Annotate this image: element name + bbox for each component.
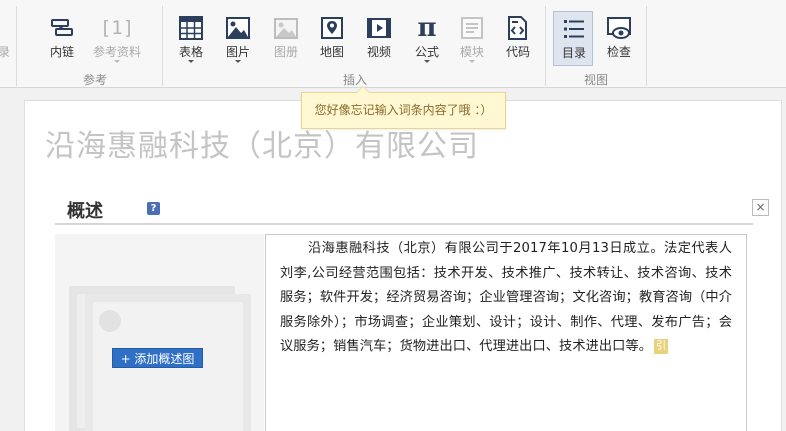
map-button[interactable]: 地图 xyxy=(310,10,354,68)
check-label: 检查 xyxy=(606,45,631,59)
formula-button[interactable]: π 公式 xyxy=(405,10,449,68)
chevron-down-icon xyxy=(424,60,430,63)
chevron-down-icon xyxy=(114,60,120,63)
video-button[interactable]: 视频 xyxy=(357,10,401,68)
partial-left-button[interactable]: 录 xyxy=(0,10,12,68)
group-label-insert: 插入 xyxy=(342,73,367,87)
editor-toolbar: 录 内链 [1] 参考资料 参考 表格 图片 图册 地图 视频 π 公式 模块 … xyxy=(0,0,786,88)
check-button[interactable]: 检查 xyxy=(597,10,641,68)
eye-icon xyxy=(607,16,631,40)
album-label: 图册 xyxy=(273,45,298,59)
module-icon xyxy=(460,16,484,40)
chevron-down-icon xyxy=(188,60,194,63)
module-button[interactable]: 模块 xyxy=(450,10,494,68)
pi-icon: π xyxy=(417,13,437,43)
code-button[interactable]: 代码 xyxy=(496,10,540,68)
code-icon xyxy=(506,16,530,40)
close-icon[interactable]: × xyxy=(752,199,769,216)
inner-link-button[interactable]: 内链 xyxy=(40,10,84,68)
inner-link-label: 内链 xyxy=(49,45,74,59)
picture-icon xyxy=(226,16,250,40)
section-title: 概述 xyxy=(67,201,103,222)
map-pin-icon xyxy=(320,16,344,40)
chevron-down-icon xyxy=(235,60,241,63)
summary-text-editor[interactable]: 沿海惠融科技（北京）有限公司于2017年10月13日成立。法定代表人刘李,公司经… xyxy=(265,234,747,431)
video-label: 视频 xyxy=(366,45,391,59)
table-label: 表格 xyxy=(178,45,203,59)
map-label: 地图 xyxy=(319,45,344,59)
summary-paragraph: 沿海惠融科技（北京）有限公司于2017年10月13日成立。法定代表人刘李,公司经… xyxy=(280,241,732,354)
link-icon xyxy=(50,16,74,40)
album-icon xyxy=(274,16,298,40)
album-button[interactable]: 图册 xyxy=(264,10,308,68)
picture-label: 图片 xyxy=(225,45,250,59)
ref-material-label: 参考资料 xyxy=(92,45,141,59)
citation-icon[interactable]: 引 xyxy=(654,339,669,354)
partial-left-label: 录 xyxy=(0,45,11,59)
summary-picture-area xyxy=(55,234,264,431)
code-label: 代码 xyxy=(505,45,530,59)
toc-button[interactable]: 目录 xyxy=(553,11,593,66)
list-icon xyxy=(562,17,586,41)
help-icon[interactable]: ? xyxy=(147,202,160,215)
video-icon xyxy=(367,16,391,40)
module-label: 模块 xyxy=(459,45,484,59)
ref-material-button[interactable]: [1] 参考资料 xyxy=(93,10,141,68)
chevron-down-icon xyxy=(469,60,475,63)
reference-icon: [1] xyxy=(99,17,135,39)
editor-page: 沿海惠融科技（北京）有限公司 概述 ? × + 添加概述图 沿海惠融科技（北京）… xyxy=(24,100,782,431)
group-label-view: 视图 xyxy=(583,73,608,87)
section-header: 概述 ? × xyxy=(55,193,769,225)
empty-content-tooltip: 您好像忘记输入词条内容了哦 ：） xyxy=(301,86,506,129)
picture-button[interactable]: 图片 xyxy=(216,10,260,68)
table-icon xyxy=(179,16,203,40)
table-button[interactable]: 表格 xyxy=(169,10,213,68)
group-label-reference: 参考 xyxy=(82,73,107,87)
add-summary-picture-button[interactable]: + 添加概述图 xyxy=(112,348,203,368)
